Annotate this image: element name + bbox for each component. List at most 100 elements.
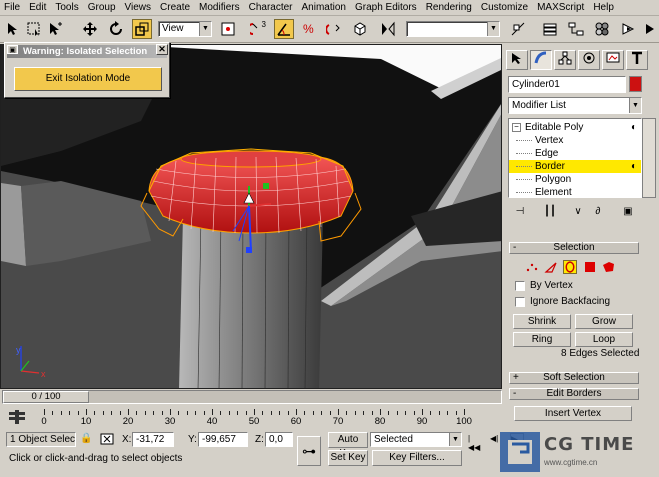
stack-item-editable-poly[interactable]: − Editable Poly ◐ <box>509 121 641 134</box>
render-scene-icon[interactable] <box>618 19 638 39</box>
material-editor-icon[interactable] <box>592 19 612 39</box>
polygon-mode-icon[interactable] <box>583 260 597 274</box>
angle-snap-icon[interactable] <box>274 19 294 39</box>
by-vertex-checkbox[interactable] <box>515 281 525 291</box>
remove-modifier-icon[interactable]: ∂ <box>589 204 607 220</box>
quick-render-icon[interactable] <box>640 19 659 39</box>
time-slider-thumb[interactable]: 0 / 100 <box>3 391 89 403</box>
element-mode-icon[interactable] <box>601 260 615 274</box>
reference-coordinate-dropdown[interactable]: View ▼ <box>158 21 212 37</box>
hierarchy-tab-icon[interactable] <box>554 50 576 70</box>
loop-button[interactable]: Loop <box>575 332 633 347</box>
pivot-center-icon[interactable] <box>218 19 238 39</box>
key-filters-button[interactable]: Key Filters... <box>372 450 462 466</box>
move-icon[interactable] <box>80 19 100 39</box>
track-tick-label: 90 <box>416 416 428 427</box>
menu-item-maxscript[interactable]: MAXScript <box>537 2 584 13</box>
region-select-icon[interactable] <box>24 19 44 39</box>
spinner-snap-icon[interactable] <box>324 19 344 39</box>
menu-item-create[interactable]: Create <box>160 2 190 13</box>
key-icon[interactable]: ⊶ <box>297 436 321 466</box>
ignore-backfacing-checkbox[interactable] <box>515 297 525 307</box>
display-tab-icon[interactable] <box>602 50 624 70</box>
close-icon[interactable]: ✕ <box>156 44 168 55</box>
named-selection-set-dropdown[interactable]: ▼ <box>406 21 500 37</box>
modifier-list-dropdown[interactable]: Modifier List ▼ <box>508 97 642 114</box>
menu-item-group[interactable]: Group <box>88 2 116 13</box>
z-coordinate-field[interactable]: 0,0 <box>265 432 293 447</box>
ring-button[interactable]: Ring <box>513 332 571 347</box>
object-name-field[interactable]: Cylinder01 <box>508 76 626 93</box>
stack-item-polygon[interactable]: Polygon <box>509 173 641 186</box>
select-name-icon[interactable] <box>46 19 66 39</box>
stack-scrollbar[interactable] <box>642 118 656 198</box>
menu-item-character[interactable]: Character <box>249 2 293 13</box>
stack-item-element[interactable]: Element <box>509 186 641 197</box>
y-coordinate-field[interactable]: -99,657 <box>198 432 248 447</box>
exit-isolation-mode-button[interactable]: Exit Isolation Mode <box>14 67 162 91</box>
menu-item-modifiers[interactable]: Modifiers <box>199 2 240 13</box>
create-tab-icon[interactable] <box>506 50 528 70</box>
menu-item-rendering[interactable]: Rendering <box>426 2 472 13</box>
track-tick <box>212 409 213 415</box>
mirror-icon[interactable] <box>378 19 398 39</box>
shrink-button[interactable]: Shrink <box>513 314 571 329</box>
align-icon[interactable] <box>508 19 528 39</box>
set-key-button[interactable]: Set Key <box>328 450 368 466</box>
time-slider[interactable]: 0 / 100 <box>2 390 502 404</box>
grow-button[interactable]: Grow <box>575 314 633 329</box>
key-mode-dropdown[interactable]: Selected ▼ <box>370 432 462 447</box>
menu-item-file[interactable]: File <box>4 2 20 13</box>
menu-item-animation[interactable]: Animation <box>302 2 346 13</box>
isolated-selection-dialog: Warning: Isolated Selection ▣ ✕ Exit Iso… <box>4 42 170 98</box>
soft-selection-rollout-header[interactable]: + Soft Selection <box>509 372 639 384</box>
select-arrow-icon[interactable] <box>2 19 22 39</box>
make-unique-icon[interactable]: ∨ <box>569 204 587 220</box>
track-tick <box>228 411 230 415</box>
percent-snap-icon[interactable]: % <box>300 19 320 39</box>
layer-manager-icon[interactable] <box>540 19 560 39</box>
lock-selection-icon[interactable]: 🔒 <box>80 433 92 445</box>
menu-item-tools[interactable]: Tools <box>55 2 78 13</box>
rollout-title: Selection <box>553 242 595 253</box>
stack-item-border[interactable]: Border ◐ <box>509 160 641 173</box>
rotate-icon[interactable] <box>106 19 126 39</box>
menu-item-help[interactable]: Help <box>593 2 614 13</box>
configure-modifier-sets-icon[interactable]: ▣ <box>619 204 637 220</box>
border-mode-icon[interactable] <box>563 260 577 274</box>
stack-item-vertex[interactable]: Vertex <box>509 134 641 147</box>
object-color-swatch[interactable] <box>629 76 642 92</box>
x-coordinate-field[interactable]: -31,72 <box>132 432 174 447</box>
scale-icon[interactable] <box>132 19 152 39</box>
utilities-tab-icon[interactable] <box>626 50 648 70</box>
track-tick <box>102 411 104 415</box>
track-tick-label: 70 <box>332 416 344 427</box>
snap-toggle-icon[interactable]: 3 <box>248 19 268 39</box>
menu-item-customize[interactable]: Customize <box>481 2 528 13</box>
insert-vertex-button[interactable]: Insert Vertex <box>514 406 632 421</box>
track-tick <box>203 411 205 415</box>
edge-mode-icon[interactable] <box>544 260 558 274</box>
menu-item-edit[interactable]: Edit <box>29 2 46 13</box>
track-tick <box>69 411 71 415</box>
pin-stack-icon[interactable]: ⊣ <box>511 204 529 220</box>
menu-item-views[interactable]: Views <box>125 2 152 13</box>
light-bulb-icon[interactable]: ◐ <box>631 121 637 134</box>
named-selection-icon[interactable] <box>350 19 370 39</box>
collapse-icon[interactable]: − <box>512 123 521 132</box>
motion-tab-icon[interactable] <box>578 50 600 70</box>
show-end-result-icon[interactable]: ┃┃ <box>541 204 559 220</box>
track-bar-toggle-icon[interactable] <box>4 408 30 426</box>
track-tick <box>262 411 264 415</box>
auto-key-button[interactable]: Auto Key <box>328 432 368 459</box>
selection-rollout-header[interactable]: - Selection <box>509 242 639 254</box>
track-bar[interactable]: 0 10 20 30 40 50 60 70 80 90 100 <box>36 406 502 428</box>
menu-item-graph-editors[interactable]: Graph Editors <box>355 2 417 13</box>
go-to-start-icon[interactable]: |◀◀ <box>468 434 482 452</box>
stack-item-edge[interactable]: Edge <box>509 147 641 160</box>
absolute-mode-transform-icon[interactable] <box>100 433 116 445</box>
edit-borders-rollout-header[interactable]: - Edit Borders <box>509 388 639 400</box>
schematic-view-icon[interactable] <box>566 19 586 39</box>
vertex-mode-icon[interactable] <box>525 260 539 274</box>
modify-tab-icon[interactable] <box>530 50 552 70</box>
